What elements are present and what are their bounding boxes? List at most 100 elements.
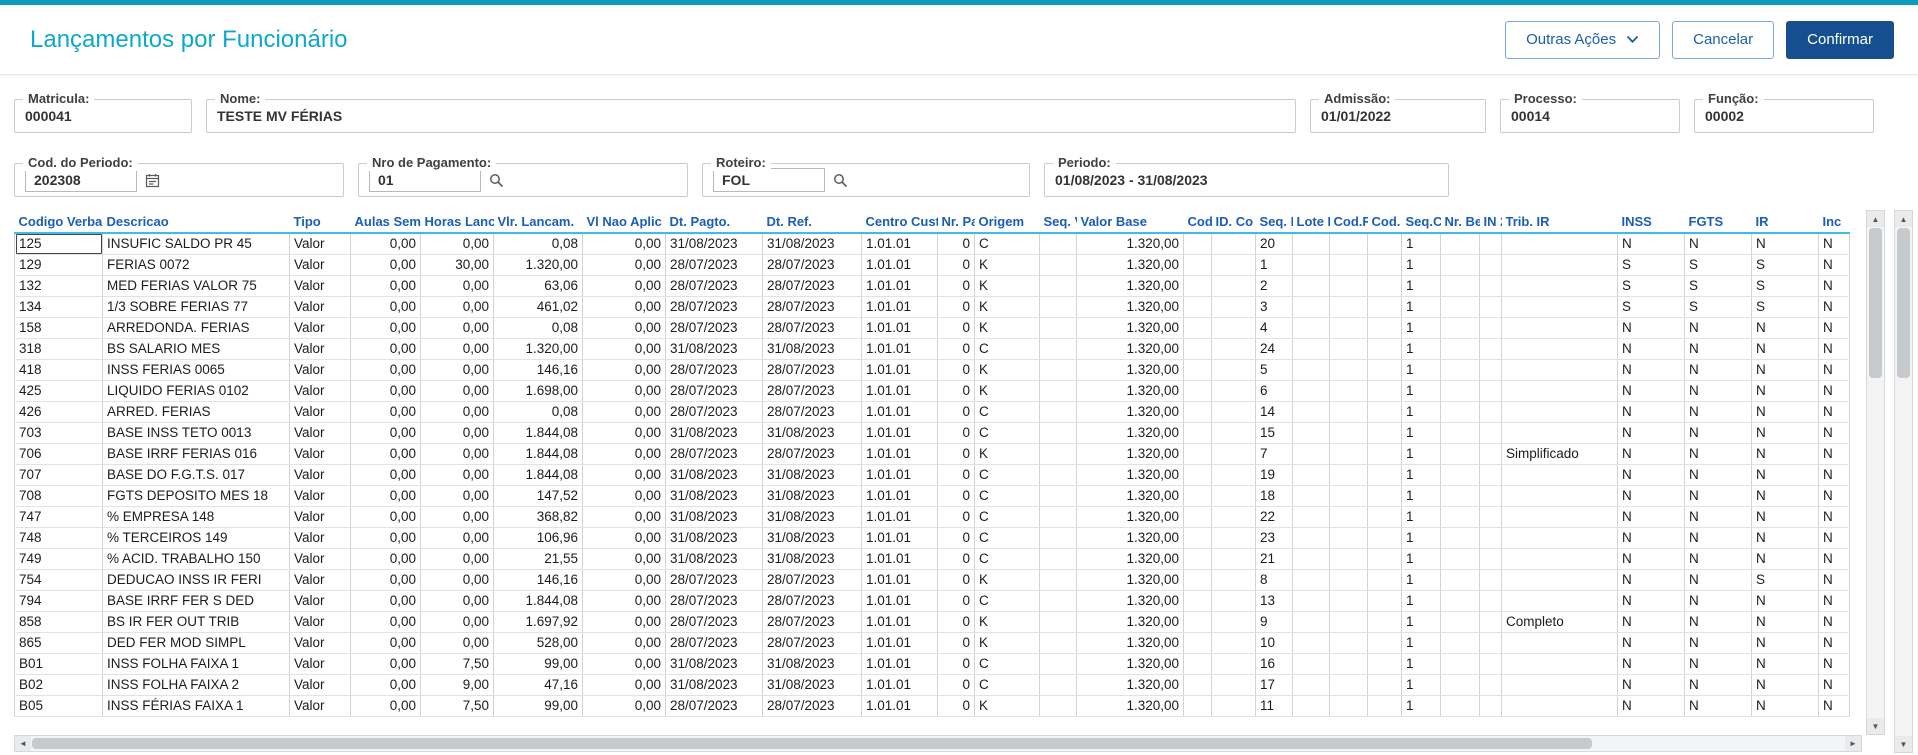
grid-cell[interactable] [1039, 632, 1077, 654]
grid-cell[interactable]: Valor [289, 254, 351, 276]
grid-cell[interactable]: 0,00 [582, 632, 666, 654]
calendar-icon[interactable] [145, 173, 160, 188]
grid-cell[interactable]: N [1684, 317, 1752, 339]
grid-cell[interactable]: 0 [937, 317, 975, 339]
grid-cell[interactable]: 1.320,00 [1076, 590, 1184, 612]
grid-cell[interactable]: N [1617, 695, 1685, 717]
grid-cell[interactable] [1292, 485, 1330, 507]
grid-cell[interactable] [1039, 317, 1077, 339]
grid-cell[interactable]: 0 [937, 695, 975, 717]
horizontal-scroll-track[interactable] [31, 736, 1845, 751]
grid-cell[interactable]: ARRED. FERIAS [102, 401, 290, 423]
grid-cell[interactable] [1367, 317, 1402, 339]
grid-cell[interactable]: 28/07/2023 [762, 254, 862, 276]
grid-cell[interactable]: FERIAS 0072 [102, 254, 290, 276]
grid-cell[interactable]: 1.01.01 [861, 611, 938, 633]
grid-vertical-scrollbar[interactable]: ▲ ▼ [1866, 210, 1885, 735]
grid-cell[interactable] [1367, 359, 1402, 381]
grid-cell[interactable]: N [1617, 506, 1685, 528]
grid-cell[interactable]: S [1751, 275, 1819, 297]
grid-cell[interactable]: S [1617, 275, 1685, 297]
grid-cell[interactable]: 10 [1255, 632, 1293, 654]
grid-cell[interactable] [1211, 506, 1256, 528]
grid-cell[interactable] [1183, 443, 1212, 465]
grid-cell[interactable]: 0 [937, 632, 975, 654]
grid-cell[interactable] [1183, 548, 1212, 570]
grid-cell[interactable] [1329, 632, 1368, 654]
grid-cell[interactable] [1479, 443, 1502, 465]
grid-cell[interactable] [1211, 443, 1256, 465]
grid-cell[interactable]: 1.320,00 [1076, 485, 1184, 507]
grid-cell[interactable]: 426 [14, 401, 103, 423]
grid-cell[interactable]: 28/07/2023 [665, 359, 763, 381]
confirm-button[interactable]: Confirmar [1786, 20, 1894, 59]
grid-cell[interactable]: 1 [1401, 233, 1441, 255]
grid-cell[interactable] [1211, 485, 1256, 507]
grid-cell[interactable]: C [974, 548, 1040, 570]
grid-cell[interactable]: 31/08/2023 [762, 506, 862, 528]
grid-cell[interactable]: K [974, 632, 1040, 654]
grid-cell[interactable] [1367, 695, 1402, 717]
grid-cell[interactable] [1329, 548, 1368, 570]
grid-cell[interactable]: C [974, 401, 1040, 423]
grid-cell[interactable]: 1.01.01 [861, 485, 938, 507]
grid-cell[interactable]: BASE INSS TETO 0013 [102, 422, 290, 444]
grid-cell[interactable] [1501, 275, 1618, 297]
grid-cell[interactable] [1501, 548, 1618, 570]
grid-cell[interactable]: 28/07/2023 [762, 443, 862, 465]
grid-cell[interactable]: N [1617, 422, 1685, 444]
grid-cell[interactable]: 1/3 SOBRE FERIAS 77 [102, 296, 290, 318]
grid-cell[interactable]: 1.320,00 [1076, 632, 1184, 654]
grid-cell[interactable]: N [1818, 443, 1850, 465]
grid-cell[interactable]: 1.01.01 [861, 233, 938, 255]
grid-cell[interactable]: 1.320,00 [1076, 527, 1184, 549]
grid-cell[interactable]: 0,00 [582, 254, 666, 276]
grid-cell[interactable]: 28/07/2023 [665, 380, 763, 402]
grid-cell[interactable]: K [974, 359, 1040, 381]
grid-cell[interactable] [1183, 653, 1212, 675]
grid-cell[interactable]: 0 [937, 506, 975, 528]
grid-cell[interactable]: 125 [14, 233, 103, 255]
grid-cell[interactable]: 0,00 [420, 317, 494, 339]
grid-cell[interactable]: 21 [1255, 548, 1293, 570]
grid-cell[interactable] [1479, 317, 1502, 339]
grid-cell[interactable]: 0,00 [350, 485, 421, 507]
grid-cell[interactable]: N [1751, 401, 1819, 423]
grid-cell[interactable]: 0 [937, 569, 975, 591]
grid-cell[interactable]: N [1684, 485, 1752, 507]
vertical-scroll-thumb[interactable] [1869, 228, 1882, 378]
grid-cell[interactable]: 0,00 [350, 695, 421, 717]
grid-cell[interactable]: 1.320,00 [1076, 611, 1184, 633]
grid-cell[interactable]: N [1818, 359, 1850, 381]
grid-cell[interactable]: 794 [14, 590, 103, 612]
grid-cell[interactable] [1292, 653, 1330, 675]
grid-cell[interactable]: 31/08/2023 [665, 338, 763, 360]
grid-cell[interactable]: K [974, 569, 1040, 591]
grid-cell[interactable]: DED FER MOD SIMPL [102, 632, 290, 654]
grid-cell[interactable]: DEDUCAO INSS IR FERI [102, 569, 290, 591]
grid-cell[interactable]: N [1818, 485, 1850, 507]
grid-cell[interactable] [1329, 233, 1368, 255]
grid-cell[interactable]: 1.320,00 [1076, 506, 1184, 528]
grid-cell[interactable]: 1 [1255, 254, 1293, 276]
grid-cell[interactable]: C [974, 233, 1040, 255]
grid-cell[interactable]: K [974, 611, 1040, 633]
grid-cell[interactable]: 754 [14, 569, 103, 591]
grid-cell[interactable]: B01 [14, 653, 103, 675]
grid-cell[interactable] [1329, 485, 1368, 507]
grid-cell[interactable]: 707 [14, 464, 103, 486]
grid-cell[interactable]: 28/07/2023 [762, 359, 862, 381]
grid-cell[interactable]: 0,00 [582, 317, 666, 339]
grid-cell[interactable]: N [1617, 233, 1685, 255]
grid-cell[interactable]: 18 [1255, 485, 1293, 507]
grid-cell[interactable] [1367, 233, 1402, 255]
grid-cell[interactable]: 31/08/2023 [665, 548, 763, 570]
grid-cell[interactable] [1479, 569, 1502, 591]
grid-cell[interactable]: 1.320,00 [1076, 674, 1184, 696]
scroll-left-icon[interactable]: ◄ [15, 736, 31, 751]
grid-cell[interactable] [1479, 611, 1502, 633]
grid-cell[interactable] [1501, 506, 1618, 528]
grid-cell[interactable] [1039, 380, 1077, 402]
grid-cell[interactable] [1479, 653, 1502, 675]
grid-cell[interactable] [1367, 653, 1402, 675]
